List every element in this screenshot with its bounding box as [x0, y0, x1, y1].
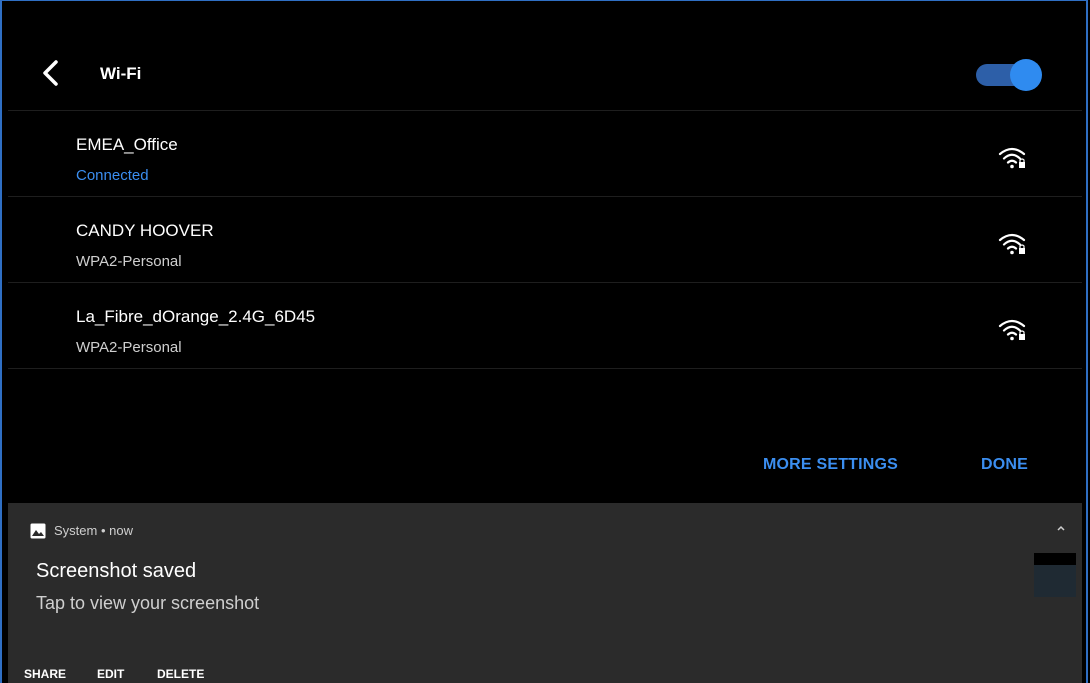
delete-button[interactable]: DELETE — [157, 667, 204, 681]
wifi-header: Wi-Fi — [8, 40, 1082, 111]
network-item[interactable]: EMEA_Office Connected — [8, 111, 1082, 197]
network-name: CANDY HOOVER — [76, 221, 214, 240]
network-name: La_Fibre_dOrange_2.4G_6D45 — [76, 307, 316, 326]
notification-app-name: System • now — [54, 523, 133, 538]
network-status: WPA2-Personal — [76, 253, 182, 270]
wifi-lock-icon — [998, 317, 1028, 343]
wifi-lock-icon — [998, 145, 1028, 171]
network-status: WPA2-Personal — [76, 339, 182, 356]
back-arrow-icon[interactable] — [36, 58, 66, 88]
screenshot-notification[interactable]: System • now Screenshot saved Tap to vie… — [8, 503, 1082, 683]
thumbnail-bar — [1034, 553, 1076, 565]
done-button[interactable]: DONE — [981, 456, 1028, 474]
image-icon — [30, 523, 46, 539]
notification-text: Tap to view your screenshot — [36, 593, 260, 613]
page-title: Wi-Fi — [100, 64, 142, 83]
share-button[interactable]: SHARE — [24, 667, 66, 681]
network-status: Connected — [76, 167, 149, 184]
network-item[interactable]: La_Fibre_dOrange_2.4G_6D45 WPA2-Personal — [8, 283, 1082, 369]
chevron-up-icon[interactable] — [1054, 521, 1068, 535]
wifi-toggle[interactable] — [976, 58, 1042, 91]
network-name: EMEA_Office — [76, 135, 178, 154]
notification-title: Screenshot saved — [36, 560, 197, 582]
toggle-thumb — [1010, 59, 1042, 91]
edit-button[interactable]: EDIT — [97, 667, 124, 681]
screenshot-thumbnail[interactable] — [1034, 553, 1076, 597]
more-settings-button[interactable]: MORE SETTINGS — [763, 456, 898, 474]
network-item[interactable]: CANDY HOOVER WPA2-Personal — [8, 197, 1082, 283]
wifi-lock-icon — [998, 231, 1028, 257]
wifi-panel: Wi-Fi EMEA_Office Connected CANDY HOOVER… — [8, 0, 1082, 503]
